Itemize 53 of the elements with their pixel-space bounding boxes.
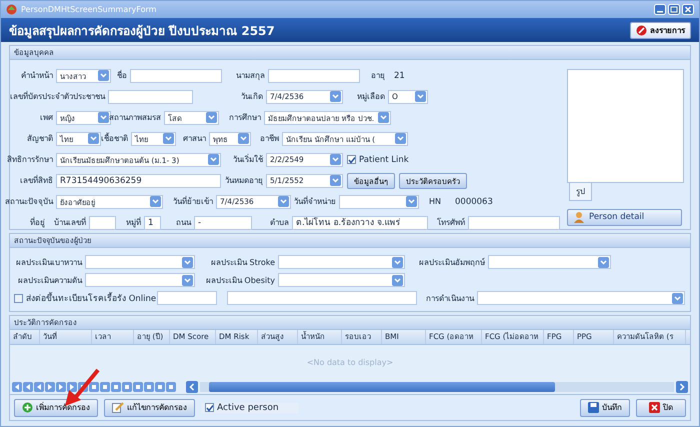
field-label: บ้านเลขที่ (54, 216, 86, 229)
form-title: ข้อมูลสรุปผลการคัดกรองผู้ป่วย ปีงบประมาณ 2557 (9, 22, 275, 40)
field-label: ผลประเมินความดัน (18, 274, 82, 286)
field-label: นามสกุล (236, 70, 265, 82)
window-title: PersonDMHtScreenSummaryForm (21, 5, 156, 14)
field-label: เลขที่สิทธิ (20, 174, 53, 187)
field-label: HN (429, 197, 441, 206)
field-label: เลขที่บัตรประจำตัวประชาชน (10, 90, 105, 103)
close-button[interactable]: ปิด (636, 398, 686, 416)
checkbox-label: Active person (217, 402, 279, 412)
field-label: ศาสนา (183, 133, 206, 145)
cancel-button[interactable]: ลงรายการ (630, 22, 691, 38)
field-label: ที่อยู่ (30, 216, 45, 229)
field-label: วันเริ่มใช้ (233, 153, 263, 166)
save-button[interactable]: บันทึก (580, 398, 630, 416)
field-label: วันหมดอายุ (225, 175, 263, 187)
text-field[interactable]: ต.ไผ่โทน อ.ร้องกวาง จ.แพร่ (292, 216, 428, 230)
field-label: สัญชาติ (27, 133, 53, 145)
field-label: เพศ (40, 112, 53, 124)
field-label: อายุ (371, 70, 385, 82)
field-label: ผลประเมินเบาหวาน (16, 256, 82, 268)
field-label: สถานภาพสมรส (109, 112, 161, 124)
field-label: สิทธิการรักษา (7, 154, 53, 166)
field-label: วันที่ย้ายเข้า (173, 195, 213, 208)
field-label: คำนำหน้า (21, 70, 53, 82)
field-value: 21 (394, 70, 405, 80)
field-label: วันเกิด (241, 91, 263, 103)
field-label: โทรศัพท์ (437, 216, 465, 229)
field-label: การดำเนินงาน (426, 292, 474, 304)
checkbox-label: ส่งต่อขึ้นทะเบียนโรคเรื้อรัง Online (26, 291, 156, 305)
field-value: 0000063 (455, 196, 493, 206)
field-label: หมู่ที่ (126, 216, 141, 229)
field-label: เชื้อชาติ (101, 132, 128, 145)
text-field[interactable]: - (194, 216, 252, 230)
field-label: ผลประเมิน Stroke (210, 256, 275, 268)
person-detail-button[interactable]: Person detail (567, 208, 682, 226)
field-label: การศึกษา (229, 112, 261, 124)
field-label: สถานะปัจจุบัน (5, 196, 53, 208)
text-field[interactable]: R73154490636259 (56, 174, 221, 188)
field-label: ผลประเมินอัมพฤกษ์ (419, 256, 485, 268)
field-label: หมู่เลือด (357, 91, 385, 103)
field-label: ผลประเมิน Obesity (206, 274, 275, 286)
empty-message: <No data to display> (306, 358, 394, 366)
photo-tab[interactable]: รูป (569, 182, 592, 201)
add-button[interactable]: เพิ่มการคัดกรอง (14, 398, 98, 416)
text-field[interactable]: 1 (144, 216, 161, 230)
checkbox-label: Patient Link (359, 154, 409, 164)
field-label: วันที่จำหน่าย (294, 195, 336, 208)
field-label: ตำบล (270, 217, 289, 229)
field-label: ถนน (176, 217, 191, 229)
field-label: อาชีพ (260, 133, 279, 145)
field-label: ชื่อ (117, 69, 127, 82)
edit-button[interactable]: แก้ไขการคัดกรอง (104, 398, 195, 416)
